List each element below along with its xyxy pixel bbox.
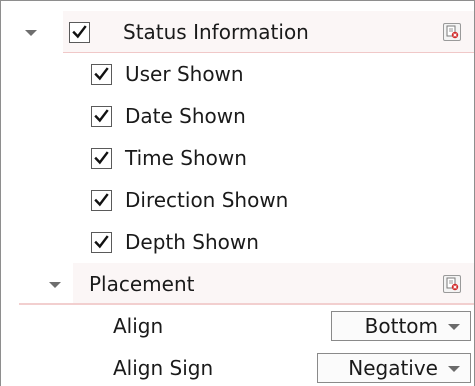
expand-arrow-icon[interactable]: [25, 30, 37, 36]
date-shown-label: Date Shown: [125, 104, 246, 128]
checkmark-icon: [94, 67, 109, 81]
time-shown-label: Time Shown: [125, 146, 247, 170]
align-sign-value: Negative: [348, 356, 438, 380]
date-shown-checkbox[interactable]: [91, 106, 112, 127]
checkmark-icon: [94, 109, 109, 123]
depth-shown-row[interactable]: Depth Shown: [1, 221, 474, 263]
placement-label: Placement: [89, 272, 195, 296]
align-dropdown[interactable]: Bottom: [331, 311, 471, 341]
expand-arrow-icon[interactable]: [49, 282, 61, 288]
user-shown-row[interactable]: User Shown: [1, 53, 474, 95]
status-information-checkbox[interactable]: [69, 22, 90, 43]
chevron-down-icon: [448, 324, 460, 330]
align-sign-dropdown[interactable]: Negative: [317, 353, 471, 383]
direction-shown-row[interactable]: Direction Shown: [1, 179, 474, 221]
checkmark-icon: [94, 151, 109, 165]
depth-shown-label: Depth Shown: [125, 230, 259, 254]
direction-shown-label: Direction Shown: [125, 188, 289, 212]
checkmark-icon: [94, 193, 109, 207]
reset-defaults-icon[interactable]: [443, 275, 461, 293]
status-information-label: Status Information: [123, 20, 309, 44]
status-information-group[interactable]: Status Information: [1, 11, 474, 53]
align-value: Bottom: [364, 314, 438, 338]
reset-defaults-icon[interactable]: [443, 23, 461, 41]
direction-shown-checkbox[interactable]: [91, 190, 112, 211]
align-label: Align: [113, 314, 164, 338]
user-shown-checkbox[interactable]: [91, 64, 112, 85]
align-sign-label: Align Sign: [113, 356, 214, 380]
property-panel: Status Information User Shown Date Shown…: [0, 0, 475, 386]
date-shown-row[interactable]: Date Shown: [1, 95, 474, 137]
checkmark-icon: [72, 25, 87, 39]
checkmark-icon: [94, 235, 109, 249]
time-shown-checkbox[interactable]: [91, 148, 112, 169]
depth-shown-checkbox[interactable]: [91, 232, 112, 253]
placement-group[interactable]: Placement: [1, 263, 474, 305]
align-sign-row: Align Sign Negative: [1, 347, 474, 386]
time-shown-row[interactable]: Time Shown: [1, 137, 474, 179]
align-row: Align Bottom: [1, 305, 474, 347]
user-shown-label: User Shown: [125, 62, 244, 86]
chevron-down-icon: [448, 366, 460, 372]
